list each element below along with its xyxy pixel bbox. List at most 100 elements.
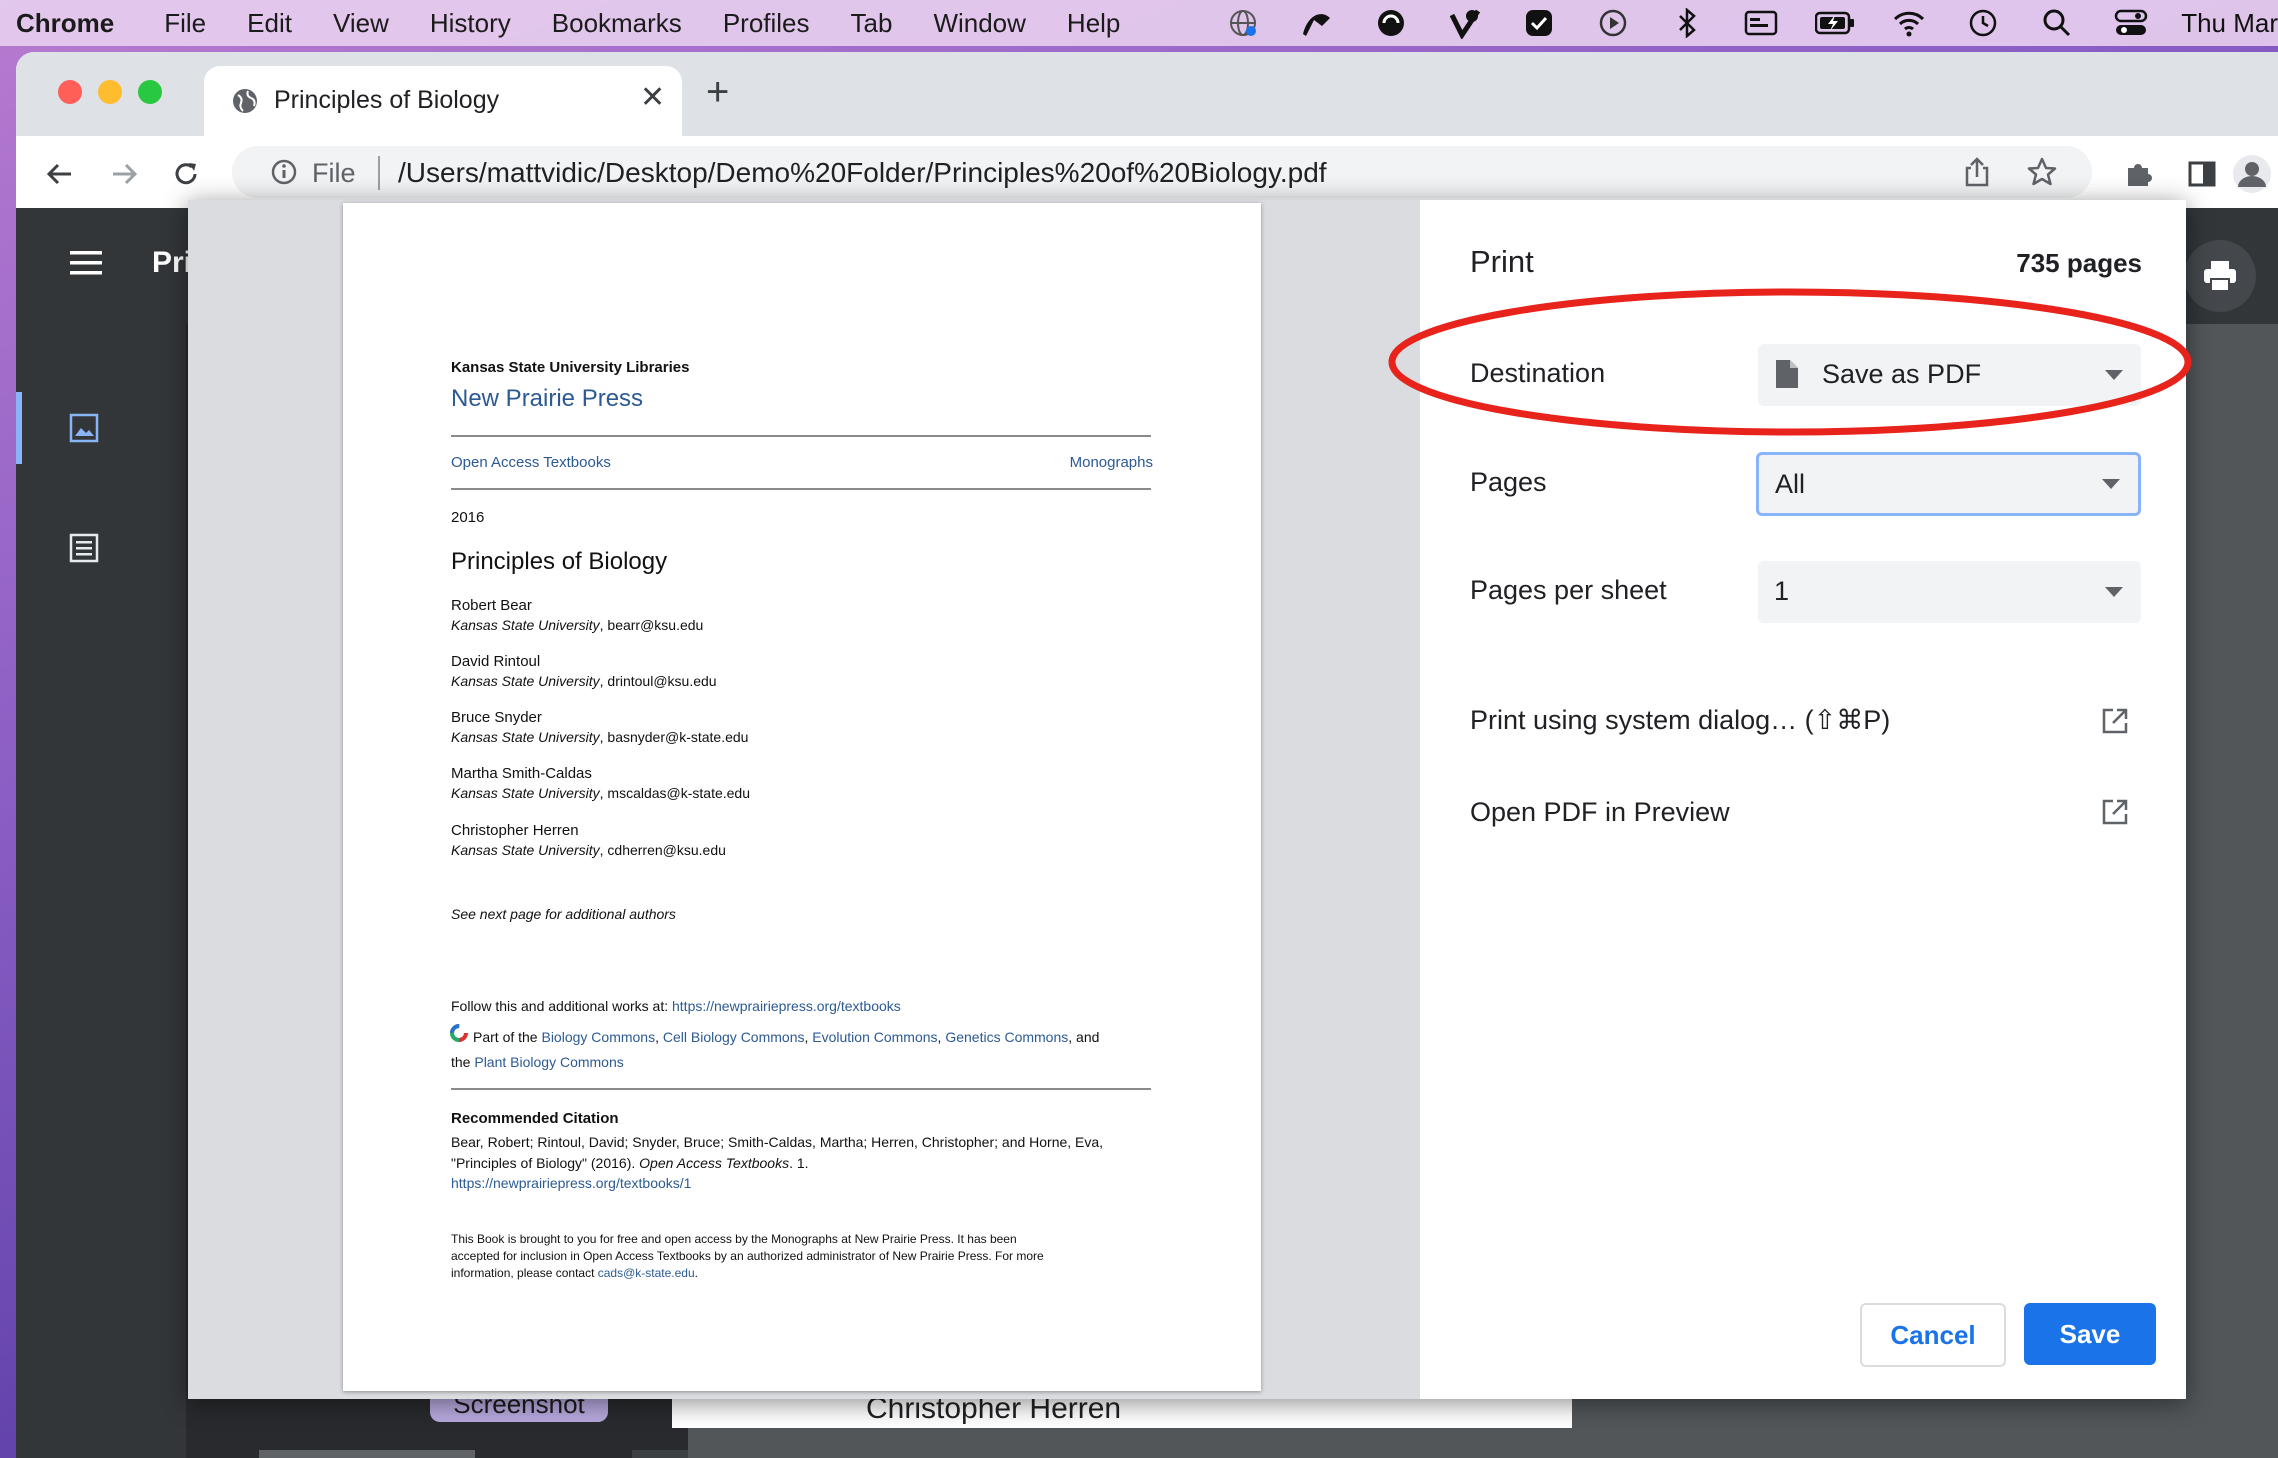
- pdf-viewer-title: Pri: [152, 246, 193, 279]
- screen-icon[interactable]: [1741, 6, 1781, 40]
- print-settings-panel: Print 735 pages Destination Save as PDF …: [1420, 200, 2186, 1399]
- globe-favicon-icon: [230, 86, 260, 116]
- url-separator: [378, 156, 380, 190]
- pages-value: All: [1775, 469, 1806, 499]
- pencil-app-icon[interactable]: [1297, 6, 1337, 40]
- time-machine-icon[interactable]: [1963, 6, 2003, 40]
- chevron-down-icon: [2102, 479, 2120, 489]
- menu-file[interactable]: File: [164, 8, 206, 39]
- menu-profiles[interactable]: Profiles: [723, 8, 810, 39]
- preview-divider: [451, 488, 1151, 490]
- pages-label: Pages: [1470, 467, 1547, 497]
- url-scheme-label: File: [312, 158, 356, 188]
- new-tab-button[interactable]: +: [706, 72, 729, 112]
- page-count: 735 pages: [2016, 248, 2142, 278]
- close-window-button[interactable]: [58, 80, 82, 104]
- active-indicator: [16, 392, 22, 464]
- preview-book-title: Principles of Biology: [451, 548, 668, 575]
- destination-select[interactable]: Save as PDF: [1758, 344, 2141, 406]
- zoom-window-button[interactable]: [138, 80, 162, 104]
- outline-list-icon[interactable]: [68, 532, 100, 569]
- preview-footer-line: accepted for inclusion in Open Access Te…: [451, 1249, 1044, 1263]
- pdf-viewer-sidenav: [16, 324, 186, 1458]
- author-affiliation: Kansas State University, drintoul@ksu.ed…: [451, 673, 717, 689]
- control-center-icon[interactable]: [2111, 6, 2151, 40]
- open-pdf-preview-link[interactable]: Open PDF in Preview: [1470, 797, 1730, 828]
- extensions-puzzle-icon[interactable]: [2118, 154, 2158, 194]
- browser-toolbar: File /Users/mattvidic/Desktop/Demo%20Fol…: [16, 136, 2278, 208]
- battery-charging-icon: [1815, 6, 1855, 40]
- author-name: Martha Smith-Caldas: [451, 765, 592, 782]
- side-panel-icon[interactable]: [2182, 154, 2222, 194]
- hamburger-menu-icon[interactable]: [68, 248, 104, 283]
- info-icon[interactable]: [270, 158, 298, 191]
- preview-year: 2016: [451, 509, 485, 526]
- document-icon: [1774, 358, 1800, 395]
- menu-view[interactable]: View: [333, 8, 389, 39]
- author-name: Christopher Herren: [451, 822, 579, 839]
- menu-bar-clock[interactable]: Thu Mar: [2181, 8, 2278, 39]
- pages-per-sheet-select[interactable]: 1: [1758, 561, 2141, 623]
- pages-select[interactable]: All: [1756, 452, 2141, 516]
- menu-history[interactable]: History: [430, 8, 511, 39]
- author-name: Bruce Snyder: [451, 709, 542, 726]
- print-dialog: Kansas State University Libraries New Pr…: [188, 200, 2186, 1399]
- heart-check-icon[interactable]: [1445, 6, 1485, 40]
- thumb-scrollbar[interactable]: [632, 1450, 688, 1458]
- preview-plant-line: the Plant Biology Commons: [451, 1054, 624, 1070]
- check-shield-icon[interactable]: [1519, 6, 1559, 40]
- url-text[interactable]: /Users/mattvidic/Desktop/Demo%20Folder/P…: [398, 157, 1327, 189]
- commons-logo-icon: [449, 1023, 469, 1048]
- cancel-button[interactable]: Cancel: [1860, 1303, 2006, 1367]
- language-globe-icon[interactable]: [1223, 6, 1263, 40]
- menu-edit[interactable]: Edit: [247, 8, 292, 39]
- thumbnails-image-icon[interactable]: [68, 412, 100, 449]
- profile-avatar-icon[interactable]: [2232, 154, 2272, 194]
- preview-see-next: See next page for additional authors: [451, 906, 676, 922]
- open-external-icon[interactable]: [2100, 706, 2130, 736]
- share-icon[interactable]: [1962, 156, 1992, 193]
- author-name: Robert Bear: [451, 597, 532, 614]
- preview-nav-right: Monographs: [1069, 454, 1153, 471]
- system-dialog-link[interactable]: Print using system dialog… (⇧⌘P): [1470, 705, 1890, 736]
- forward-arrow-icon[interactable]: [104, 154, 144, 194]
- menu-help[interactable]: Help: [1067, 8, 1120, 39]
- bookmark-star-icon[interactable]: [2026, 156, 2058, 193]
- preview-part-of-line: Part of the Biology Commons, Cell Biolog…: [473, 1029, 1100, 1045]
- minimize-window-button[interactable]: [98, 80, 122, 104]
- bluetooth-icon[interactable]: [1667, 6, 1707, 40]
- print-preview-page: Kansas State University Libraries New Pr…: [343, 203, 1261, 1391]
- tab-title: Principles of Biology: [274, 86, 500, 114]
- back-arrow-icon[interactable]: [40, 154, 80, 194]
- menu-app-chrome[interactable]: Chrome: [16, 8, 114, 39]
- menu-bookmarks[interactable]: Bookmarks: [552, 8, 682, 39]
- destination-value: Save as PDF: [1822, 359, 1982, 389]
- spotlight-search-icon[interactable]: [2037, 6, 2077, 40]
- vpn-icon[interactable]: [1371, 6, 1411, 40]
- reload-icon[interactable]: [166, 154, 206, 194]
- tab-principles-of-biology[interactable]: Principles of Biology ✕: [204, 66, 682, 136]
- open-external-icon[interactable]: [2100, 797, 2130, 827]
- tab-close-icon[interactable]: ✕: [640, 80, 665, 115]
- play-circle-icon[interactable]: [1593, 6, 1633, 40]
- menu-window[interactable]: Window: [933, 8, 1025, 39]
- tab-strip: Principles of Biology ✕ +: [16, 52, 2278, 136]
- preview-divider: [451, 435, 1151, 437]
- menu-tab[interactable]: Tab: [851, 8, 893, 39]
- pages-per-sheet-value: 1: [1774, 576, 1790, 606]
- preview-press: New Prairie Press: [451, 385, 644, 412]
- destination-label: Destination: [1470, 358, 1606, 388]
- menu-bar-status-area: Thu Mar: [1189, 0, 2278, 46]
- preview-divider: [451, 1088, 1151, 1090]
- macos-menu-bar: Chrome File Edit View History Bookmarks …: [0, 0, 2278, 46]
- chevron-down-icon: [2105, 587, 2123, 597]
- author-affiliation: Kansas State University, basnyder@k-stat…: [451, 729, 749, 745]
- author-name: David Rintoul: [451, 653, 541, 670]
- save-button[interactable]: Save: [2024, 1303, 2156, 1365]
- pdf-behind-text: Christopher Herren: [866, 1398, 1122, 1425]
- address-bar[interactable]: File /Users/mattvidic/Desktop/Demo%20Fol…: [232, 146, 2092, 198]
- preview-citation-url: https://newprairiepress.org/textbooks/1: [451, 1175, 692, 1191]
- printer-icon[interactable]: [2184, 240, 2256, 312]
- wifi-icon[interactable]: [1889, 6, 1929, 40]
- preview-footer-line: information, please contact cads@k-state…: [451, 1266, 698, 1280]
